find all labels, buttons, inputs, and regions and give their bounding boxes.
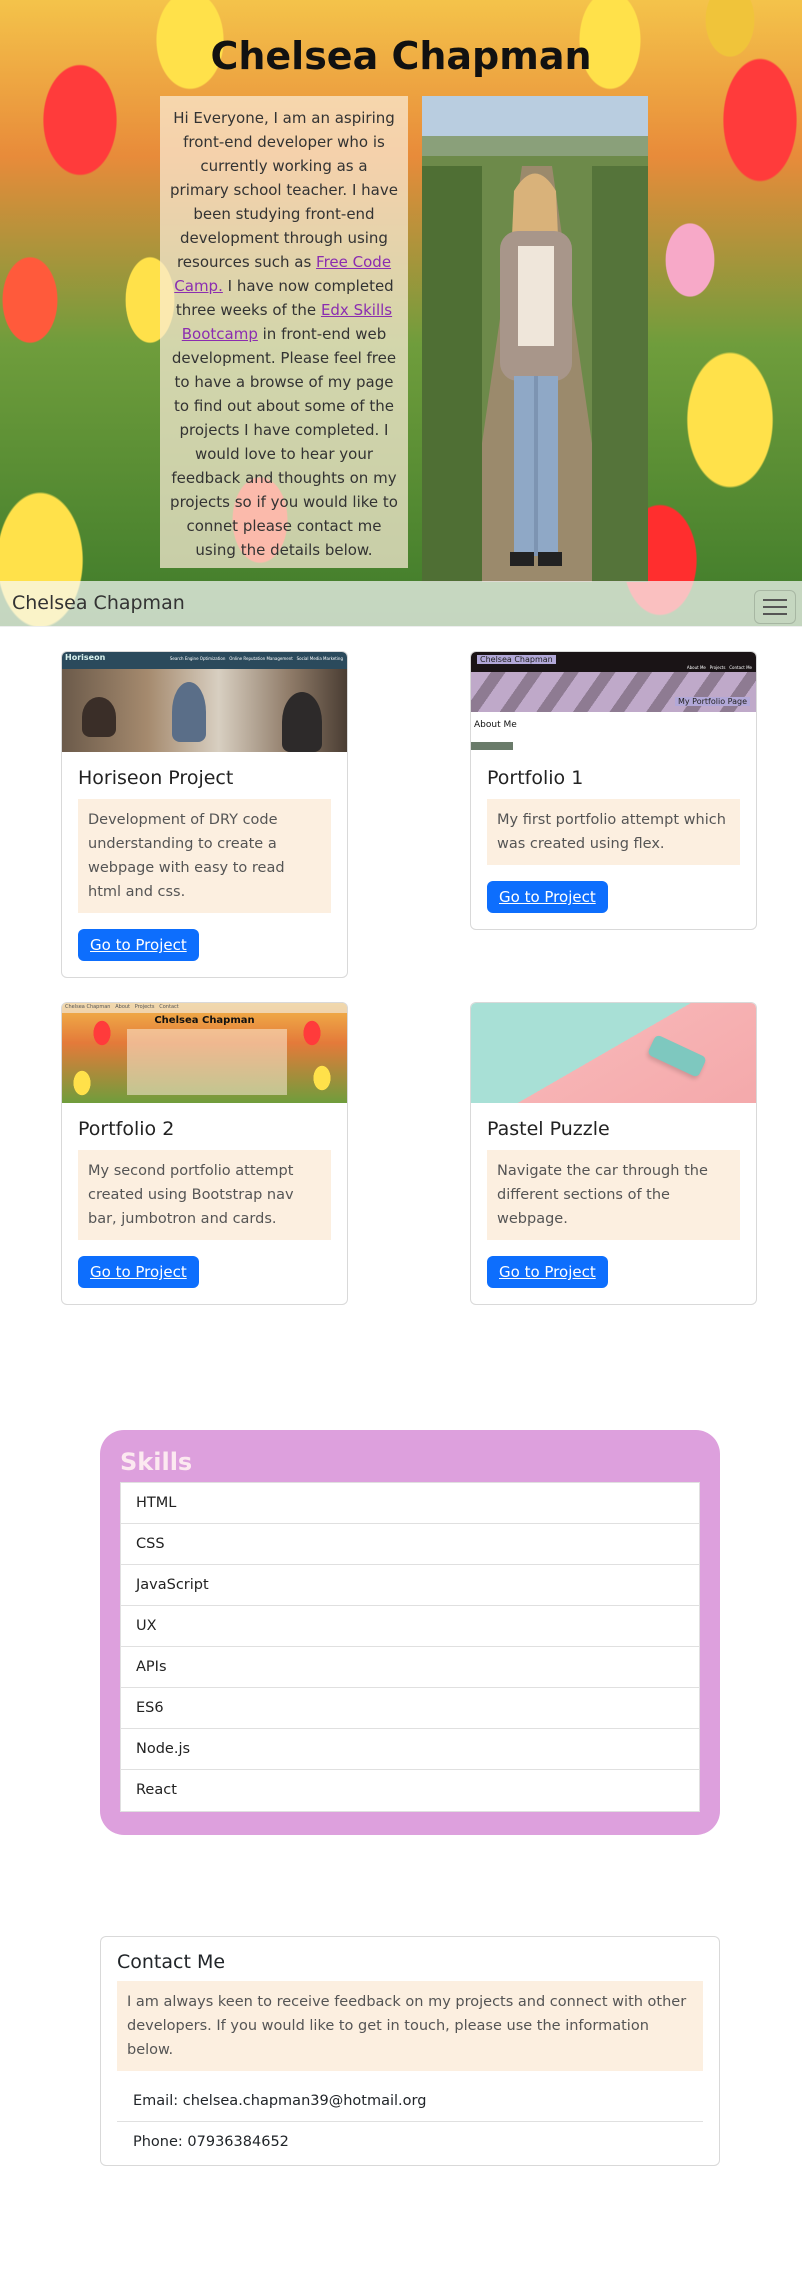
portfolio-2-thumbnail: Chelsea Chapman About Projects Contact C… bbox=[62, 1003, 347, 1103]
project-card-horiseon: Horiseon Search Engine Optimization Onli… bbox=[61, 651, 348, 978]
navbar-brand[interactable]: Chelsea Chapman bbox=[12, 592, 185, 614]
card-text: Navigate the car through the different s… bbox=[487, 1150, 740, 1240]
skill-item: JavaScript bbox=[121, 1565, 699, 1606]
contact-phone: Phone: 07936384652 bbox=[133, 2134, 289, 2150]
thumb-page-title: My Portfolio Page bbox=[675, 697, 750, 706]
card-text: My first portfolio attempt which was cre… bbox=[487, 799, 740, 865]
thumb-section-title: About Me bbox=[474, 720, 517, 730]
hamburger-line bbox=[763, 599, 787, 601]
thumb-brand: Horiseon bbox=[65, 653, 106, 662]
skill-item: UX bbox=[121, 1606, 699, 1647]
contact-section: Contact Me I am always keen to receive f… bbox=[100, 1936, 720, 2166]
card-text: My second portfolio attempt created usin… bbox=[78, 1150, 331, 1240]
thumb-nav: Search Engine Optimization Online Reputa… bbox=[169, 656, 343, 661]
skills-list: HTML CSS JavaScript UX APIs ES6 Node.js … bbox=[120, 1482, 700, 1812]
card-title: Portfolio 2 bbox=[78, 1118, 175, 1140]
horiseon-thumbnail: Horiseon Search Engine Optimization Onli… bbox=[62, 652, 347, 752]
intro-text-box: Hi Everyone, I am an aspiring front-end … bbox=[160, 96, 408, 568]
card-text: Development of DRY code understanding to… bbox=[78, 799, 331, 913]
go-to-project-button[interactable]: Go to Project bbox=[487, 881, 608, 913]
skills-title: Skills bbox=[120, 1448, 193, 1476]
hamburger-line bbox=[763, 613, 787, 615]
skill-item: Node.js bbox=[121, 1729, 699, 1770]
skill-item: APIs bbox=[121, 1647, 699, 1688]
profile-photo bbox=[422, 96, 648, 582]
go-to-project-button[interactable]: Go to Project bbox=[78, 929, 199, 961]
intro-text-part-3: in front-end web development. Please fee… bbox=[170, 325, 398, 559]
card-title: Horiseon Project bbox=[78, 767, 234, 789]
skills-section: Skills HTML CSS JavaScript UX APIs ES6 N… bbox=[100, 1430, 720, 1835]
card-title: Pastel Puzzle bbox=[487, 1118, 610, 1140]
thumb-brand: Chelsea Chapman bbox=[477, 655, 556, 664]
hero-jumbotron: Chelsea Chapman Hi Everyone, I am an asp… bbox=[0, 0, 802, 626]
navbar: Chelsea Chapman bbox=[0, 581, 802, 627]
page-title: Chelsea Chapman bbox=[210, 34, 592, 78]
skill-item: React bbox=[136, 1782, 177, 1798]
project-card-portfolio-1: Chelsea Chapman About Me Projects Contac… bbox=[470, 651, 757, 930]
skill-item: HTML bbox=[121, 1483, 699, 1524]
thumb-heading: Chelsea Chapman bbox=[154, 1015, 255, 1026]
project-card-portfolio-2: Chelsea Chapman About Projects Contact C… bbox=[61, 1002, 348, 1305]
hamburger-icon[interactable] bbox=[754, 590, 796, 624]
contact-text: I am always keen to receive feedback on … bbox=[117, 1981, 703, 2071]
thumb-nav: Chelsea Chapman About Projects Contact bbox=[65, 1004, 179, 1010]
pastel-puzzle-thumbnail bbox=[471, 1003, 756, 1103]
go-to-project-button[interactable]: Go to Project bbox=[487, 1256, 608, 1288]
hamburger-line bbox=[763, 606, 787, 608]
intro-text-part-1: Hi Everyone, I am an aspiring front-end … bbox=[170, 109, 398, 271]
contact-email: Email: chelsea.chapman39@hotmail.org bbox=[117, 2081, 703, 2122]
skill-item: CSS bbox=[121, 1524, 699, 1565]
skill-item: ES6 bbox=[121, 1688, 699, 1729]
contact-title: Contact Me bbox=[117, 1951, 226, 1973]
thumb-nav: About Me Projects Contact Me bbox=[686, 665, 752, 670]
card-title: Portfolio 1 bbox=[487, 767, 584, 789]
project-card-pastel-puzzle: Pastel Puzzle Navigate the car through t… bbox=[470, 1002, 757, 1305]
portfolio-1-thumbnail: Chelsea Chapman About Me Projects Contac… bbox=[471, 652, 756, 752]
go-to-project-button[interactable]: Go to Project bbox=[78, 1256, 199, 1288]
